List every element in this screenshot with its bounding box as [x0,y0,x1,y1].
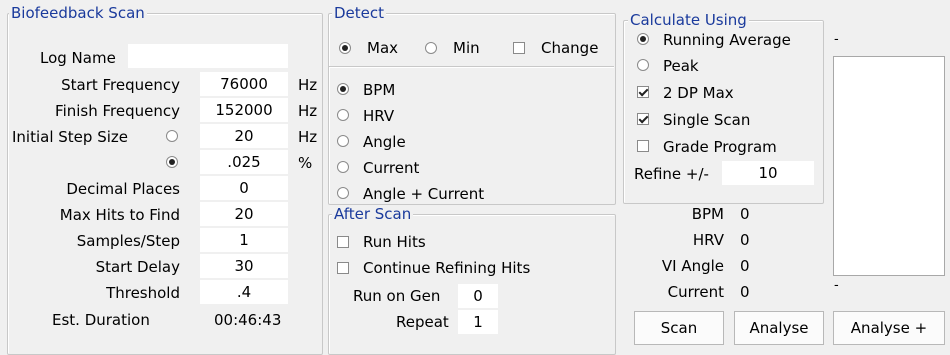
hrv-readout-label: HRV [692,231,724,249]
calculate-using-title: Calculate Using [628,11,749,29]
step-size-hz-unit: Hz [298,128,318,146]
step-size-percent-input[interactable]: .025 [200,150,288,174]
samples-per-step-label: Samples/Step [76,232,180,250]
start-delay-input[interactable]: 30 [200,254,288,278]
single-scan-checkbox[interactable] [637,113,649,125]
detect-min-label: Min [453,39,480,57]
detect-current-label: Current [363,159,420,177]
run-hits-label: Run Hits [363,233,426,251]
step-size-hz-input[interactable]: 20 [200,124,288,148]
finish-frequency-unit: Hz [298,102,318,120]
detect-change-label: Change [541,39,599,57]
start-delay-label: Start Delay [95,258,180,276]
run-hits-checkbox[interactable] [337,236,349,248]
step-size-hz-radio[interactable] [166,130,178,142]
start-frequency-label: Start Frequency [61,76,180,94]
running-average-radio[interactable] [637,33,649,45]
start-frequency-unit: Hz [298,76,318,94]
grade-program-label: Grade Program [663,138,777,156]
dp-max-checkbox[interactable] [637,86,649,98]
repeat-input[interactable]: 1 [458,310,498,334]
listbox-bottom-marker: - [834,278,839,293]
detect-angle-label: Angle [363,133,406,151]
peak-radio[interactable] [637,59,649,71]
current-readout-value: 0 [740,283,750,301]
detect-hrv-radio[interactable] [337,109,349,121]
peak-label: Peak [663,57,699,75]
detect-change-checkbox[interactable] [513,42,525,54]
detect-current-radio[interactable] [337,161,349,173]
after-scan-title: After Scan [332,205,414,223]
vi-angle-readout-value: 0 [740,257,750,275]
current-readout-label: Current [667,283,724,301]
dp-max-label: 2 DP Max [663,84,734,102]
start-frequency-input[interactable]: 76000 [200,72,288,96]
continue-refining-label: Continue Refining Hits [363,259,531,277]
decimal-places-input[interactable]: 0 [200,176,288,200]
detect-divider [329,66,614,68]
log-name-input[interactable] [128,44,288,68]
biofeedback-scan-title: Biofeedback Scan [9,4,147,22]
est-duration-label: Est. Duration [52,311,150,329]
scan-button[interactable]: Scan [634,311,724,345]
single-scan-label: Single Scan [663,111,751,129]
detect-angle-current-label: Angle + Current [363,185,485,203]
refine-label: Refine +/- [634,165,709,183]
log-name-label: Log Name [40,49,116,67]
listbox-top-marker: - [834,32,839,47]
analyse-button[interactable]: Analyse [734,311,824,345]
analyse-plus-button[interactable]: Analyse + [833,311,945,345]
detect-hrv-label: HRV [363,107,395,125]
threshold-label: Threshold [106,284,180,302]
detect-bpm-label: BPM [363,81,396,99]
detect-bpm-radio[interactable] [337,83,349,95]
bpm-readout-label: BPM [691,205,724,223]
max-hits-input[interactable]: 20 [200,202,288,226]
decimal-places-label: Decimal Places [66,180,180,198]
continue-refining-checkbox[interactable] [337,262,349,274]
run-on-gen-label: Run on Gen [353,287,441,305]
bpm-readout-value: 0 [740,205,750,223]
running-average-label: Running Average [663,31,791,49]
initial-step-size-label: Initial Step Size [12,128,128,146]
max-hits-label: Max Hits to Find [59,206,180,224]
detect-angle-current-radio[interactable] [337,187,349,199]
samples-per-step-input[interactable]: 1 [200,228,288,252]
grade-program-checkbox[interactable] [637,140,649,152]
run-on-gen-input[interactable]: 0 [458,284,498,308]
step-size-percent-radio[interactable] [166,156,178,168]
est-duration-value: 00:46:43 [214,311,282,329]
repeat-label: Repeat [396,313,449,331]
detect-min-radio[interactable] [425,42,437,54]
results-listbox[interactable] [833,56,945,276]
finish-frequency-input[interactable]: 152000 [200,98,288,122]
detect-angle-radio[interactable] [337,135,349,147]
vi-angle-readout-label: VI Angle [661,257,724,275]
hrv-readout-value: 0 [740,231,750,249]
detect-max-radio[interactable] [339,42,351,54]
finish-frequency-label: Finish Frequency [55,102,180,120]
detect-title: Detect [332,4,387,22]
refine-input[interactable]: 10 [722,161,814,185]
threshold-input[interactable]: .4 [200,280,288,304]
detect-max-label: Max [367,39,399,57]
step-size-percent-unit: % [298,154,313,172]
